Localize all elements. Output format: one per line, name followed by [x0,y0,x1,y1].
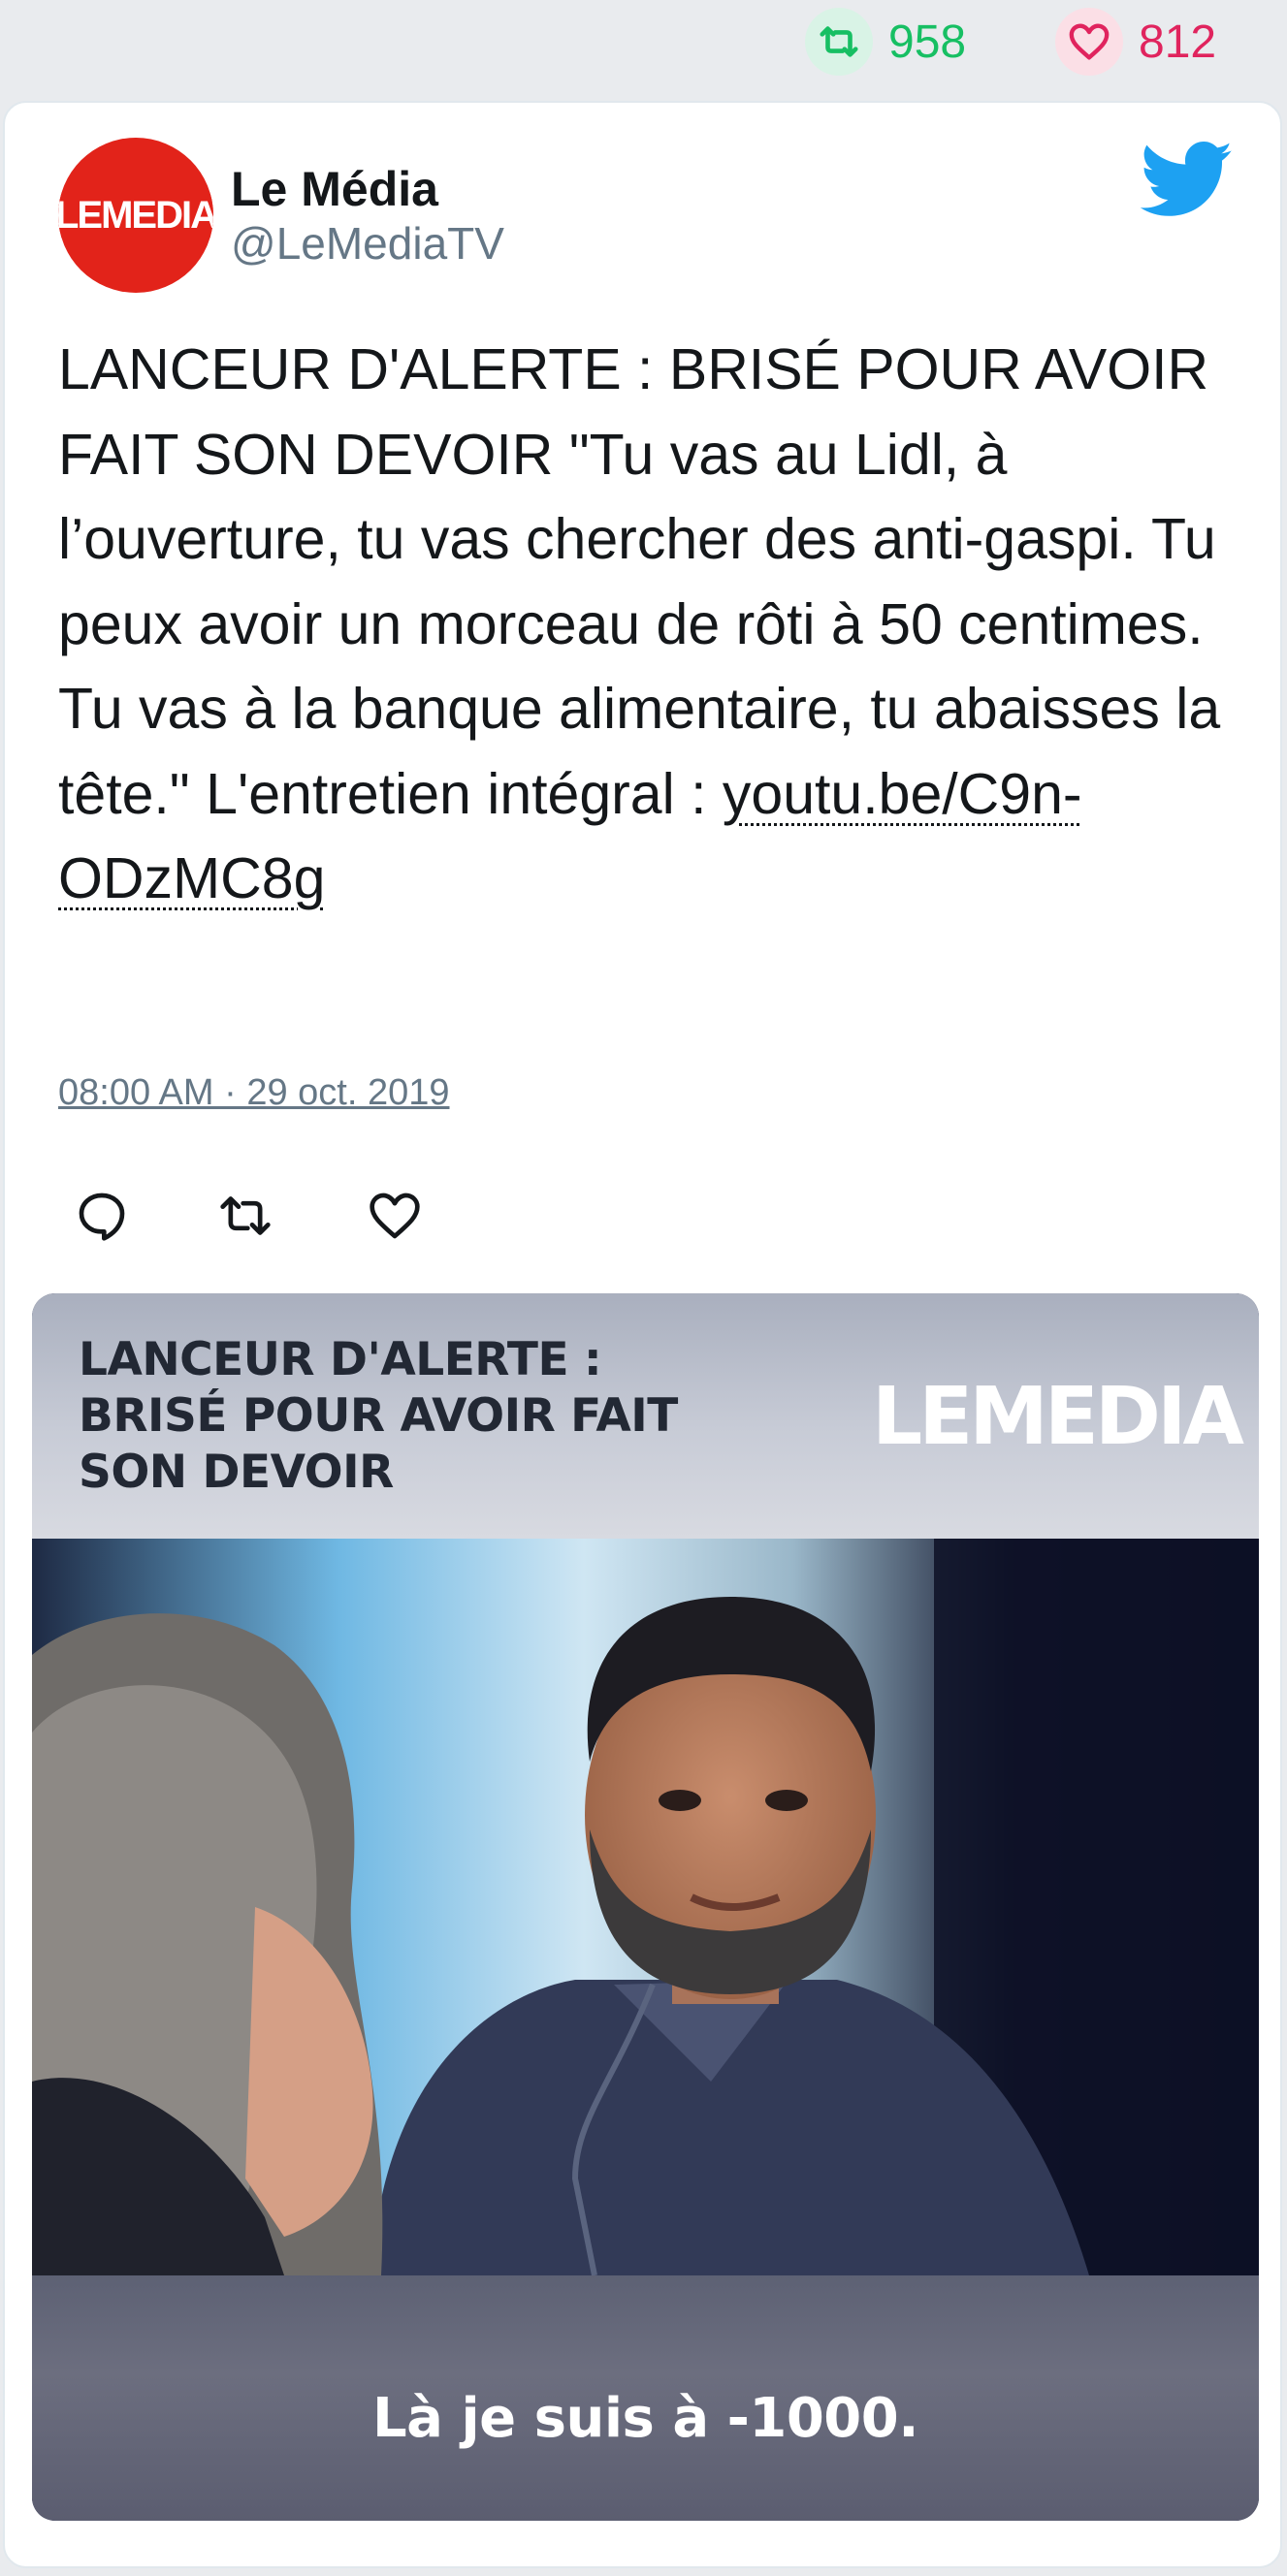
tweet-media-video[interactable]: LANCEUR D'ALERTE : BRISÉ POUR AVOIR FAIT… [32,1293,1259,2521]
avatar-logo: LEMEDIA [58,193,213,238]
user-handle[interactable]: @LeMediaTV [231,217,504,270]
retweet-stat[interactable]: 958 [805,8,966,76]
retweet-count: 958 [888,16,967,68]
engagement-bar: 958 812 [0,0,1287,89]
media-header-band: LANCEUR D'ALERTE : BRISÉ POUR AVOIR FAIT… [32,1293,1259,1539]
reply-icon[interactable] [75,1189,129,1243]
video-frame-image [32,1539,1259,2275]
media-title: LANCEUR D'ALERTE : BRISÉ POUR AVOIR FAIT… [79,1333,678,1499]
twitter-bird-icon[interactable] [1140,142,1235,219]
retweet-action-icon[interactable] [218,1189,273,1243]
media-caption: Là je suis à -1000. [371,2387,919,2450]
media-logo: LEMEDIA [872,1371,1244,1463]
heart-icon[interactable] [1055,8,1123,76]
tweet-timestamp[interactable]: 08:00 AM · 29 oct. 2019 [58,1072,450,1114]
tweet-card: LEMEDIA Le Média @LeMediaTV LANCEUR D'AL… [3,101,1282,2568]
tweet-text: LANCEUR D'ALERTE : BRISÉ POUR AVOIR FAIT… [58,328,1241,922]
like-stat[interactable]: 812 [1055,8,1216,76]
avatar[interactable]: LEMEDIA [58,138,213,293]
media-caption-band: Là je suis à -1000. [32,2275,1259,2521]
retweet-icon[interactable] [805,8,873,76]
like-action-icon[interactable] [368,1189,422,1243]
display-name[interactable]: Le Média [231,161,438,217]
tweet-body: LANCEUR D'ALERTE : BRISÉ POUR AVOIR FAIT… [58,337,1237,826]
like-count: 812 [1139,16,1217,68]
